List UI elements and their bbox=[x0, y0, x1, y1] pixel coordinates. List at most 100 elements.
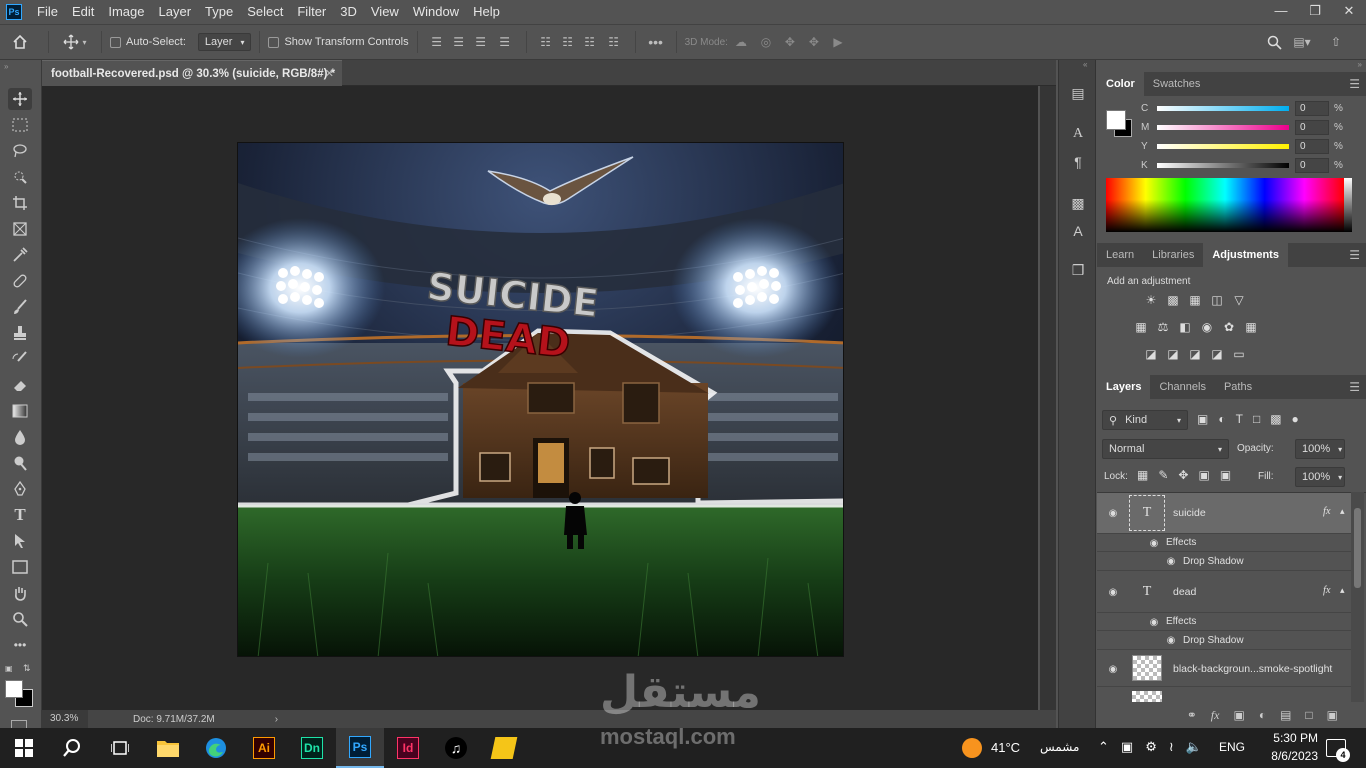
photo-filter-icon[interactable]: ◉ bbox=[1199, 319, 1215, 335]
tab-layers[interactable]: Layers bbox=[1097, 375, 1151, 399]
gradient-map-icon[interactable]: ▭ bbox=[1231, 346, 1247, 362]
align-bottom-icon[interactable]: ☷ bbox=[579, 35, 601, 49]
menu-file[interactable]: File bbox=[30, 0, 65, 24]
history-panel-icon[interactable]: ▤ bbox=[1068, 83, 1088, 103]
weather-temp[interactable]: 41°C bbox=[991, 740, 1020, 755]
indesign-icon[interactable]: Id bbox=[384, 728, 432, 768]
blend-mode-dropdown[interactable]: Normal ▾ bbox=[1102, 439, 1229, 459]
expand-icon[interactable]: « bbox=[1083, 60, 1087, 69]
filter-toggle-icon[interactable]: ● bbox=[1292, 412, 1299, 426]
black-white-icon[interactable]: ◧ bbox=[1177, 319, 1193, 335]
filter-pixel-icon[interactable]: ▣ bbox=[1197, 412, 1208, 426]
weather-sun-icon[interactable] bbox=[962, 738, 982, 758]
new-group-icon[interactable]: ▤ bbox=[1280, 708, 1291, 722]
frame-tool-icon[interactable] bbox=[8, 218, 32, 240]
threshold-icon[interactable]: ◪ bbox=[1187, 346, 1203, 362]
layer-filter-dropdown[interactable]: ⚲ Kind ▾ bbox=[1102, 410, 1188, 430]
black-slider[interactable]: K 0 % bbox=[1141, 156, 1353, 175]
search-icon[interactable] bbox=[48, 728, 96, 768]
filter-type-icon[interactable]: T bbox=[1236, 412, 1243, 426]
search-icon[interactable] bbox=[1264, 35, 1284, 50]
eraser-tool-icon[interactable] bbox=[8, 374, 32, 396]
drop-shadow-row-dead[interactable]: ◉ Drop Shadow bbox=[1097, 631, 1351, 650]
move-tool-preset-icon[interactable]: ▾ bbox=[57, 34, 93, 50]
effects-row-suicide[interactable]: ◉ Effects bbox=[1097, 534, 1351, 552]
align-right-icon[interactable]: ☰ bbox=[470, 35, 492, 49]
close-tab-icon[interactable]: ✕ bbox=[325, 67, 334, 80]
filter-smart-object-icon[interactable]: ▩ bbox=[1270, 412, 1281, 426]
tab-libraries[interactable]: Libraries bbox=[1143, 243, 1203, 267]
tab-paths[interactable]: Paths bbox=[1215, 375, 1261, 399]
minimize-icon[interactable]: — bbox=[1264, 0, 1298, 24]
menu-type[interactable]: Type bbox=[198, 0, 240, 24]
lock-artboard-icon[interactable]: ▣ bbox=[1198, 468, 1209, 482]
new-adjustment-icon[interactable]: ◐ bbox=[1259, 708, 1266, 722]
add-style-icon[interactable]: fx bbox=[1211, 708, 1220, 723]
fill-input[interactable]: 100% ▾ bbox=[1295, 467, 1345, 487]
close-window-icon[interactable]: ✕ bbox=[1332, 0, 1366, 24]
language-indicator[interactable]: ENG bbox=[1219, 740, 1245, 754]
lock-image-icon[interactable]: ✎ bbox=[1158, 468, 1168, 482]
menu-window[interactable]: Window bbox=[406, 0, 466, 24]
new-layer-icon[interactable]: □ bbox=[1305, 708, 1312, 722]
marquee-tool-icon[interactable] bbox=[8, 114, 32, 136]
hand-tool-icon[interactable] bbox=[8, 582, 32, 604]
lock-all-icon[interactable]: ▣ bbox=[1220, 468, 1231, 482]
wifi-icon[interactable]: ≀ bbox=[1169, 739, 1174, 755]
fx-icon[interactable]: fx bbox=[1323, 506, 1331, 517]
yellow-slider[interactable]: Y 0 % bbox=[1141, 137, 1353, 156]
character-panel-icon[interactable]: A bbox=[1068, 124, 1088, 144]
healing-brush-tool-icon[interactable] bbox=[8, 270, 32, 292]
align-middle-icon[interactable]: ☷ bbox=[557, 35, 579, 49]
history-brush-tool-icon[interactable] bbox=[8, 348, 32, 370]
effects-eye-icon[interactable]: ◉ bbox=[1147, 617, 1161, 628]
rectangle-tool-icon[interactable] bbox=[8, 556, 32, 578]
status-menu-icon[interactable]: › bbox=[275, 714, 278, 725]
pen-tool-icon[interactable] bbox=[8, 478, 32, 500]
collapse-icon[interactable]: » bbox=[4, 62, 8, 71]
layer-row-background[interactable]: ◉ black-backgroun...smoke-spotlight bbox=[1097, 651, 1351, 687]
cyan-value[interactable]: 0 bbox=[1295, 101, 1329, 116]
lock-position-icon[interactable]: ✥ bbox=[1178, 468, 1188, 482]
menu-edit[interactable]: Edit bbox=[65, 0, 101, 24]
volume-icon[interactable]: 🔈 bbox=[1186, 739, 1202, 755]
hue-saturation-icon[interactable]: ▦ bbox=[1133, 319, 1149, 335]
grayscale-ramp[interactable] bbox=[1344, 178, 1352, 232]
chevron-up-icon[interactable]: ▴ bbox=[1340, 506, 1345, 517]
type-tool-icon[interactable]: T bbox=[8, 504, 32, 526]
black-track[interactable] bbox=[1157, 163, 1289, 168]
chevron-up-icon[interactable]: ▴ bbox=[1340, 585, 1345, 596]
move-tool-icon[interactable] bbox=[8, 88, 32, 110]
clock-time[interactable]: 5:30 PM bbox=[1262, 731, 1318, 745]
adjustments-menu-icon[interactable]: ☰ bbox=[1349, 243, 1360, 267]
dimension-icon[interactable]: Dn bbox=[288, 728, 336, 768]
foreground-color-swatch[interactable] bbox=[5, 680, 23, 698]
magenta-track[interactable] bbox=[1157, 125, 1289, 130]
tiktok-icon[interactable]: ♫ bbox=[432, 728, 480, 768]
align-left-icon[interactable]: ☰ bbox=[426, 35, 448, 49]
cyan-track[interactable] bbox=[1157, 106, 1289, 111]
document-tab[interactable]: football-Recovered.psd @ 30.3% (suicide,… bbox=[42, 60, 342, 86]
tab-channels[interactable]: Channels bbox=[1150, 375, 1214, 399]
curves-icon[interactable]: ▦ bbox=[1187, 292, 1203, 308]
3d-panel-icon[interactable]: ❒ bbox=[1068, 260, 1088, 280]
magenta-slider[interactable]: M 0 % bbox=[1141, 118, 1353, 137]
transform-controls-checkbox[interactable] bbox=[268, 36, 280, 48]
more-options-icon[interactable]: ••• bbox=[644, 34, 668, 50]
yellow-value[interactable]: 0 bbox=[1295, 139, 1329, 154]
lasso-tool-icon[interactable] bbox=[8, 140, 32, 162]
magenta-value[interactable]: 0 bbox=[1295, 120, 1329, 135]
zoom-level[interactable]: 30.3% bbox=[42, 710, 88, 728]
home-icon[interactable] bbox=[0, 34, 40, 50]
brightness-contrast-icon[interactable]: ☀ bbox=[1143, 292, 1159, 308]
color-balance-icon[interactable]: ⚖ bbox=[1155, 319, 1171, 335]
fx-icon[interactable]: fx bbox=[1323, 585, 1331, 596]
blur-tool-icon[interactable] bbox=[8, 426, 32, 448]
edge-icon[interactable] bbox=[192, 728, 240, 768]
3d-slide-icon[interactable]: ✥ bbox=[802, 35, 826, 49]
windows-start-icon[interactable] bbox=[0, 728, 48, 768]
crop-tool-icon[interactable] bbox=[8, 192, 32, 214]
yellow-track[interactable] bbox=[1157, 144, 1289, 149]
meet-icon[interactable]: ▣ bbox=[1121, 739, 1133, 755]
black-value[interactable]: 0 bbox=[1295, 158, 1329, 173]
